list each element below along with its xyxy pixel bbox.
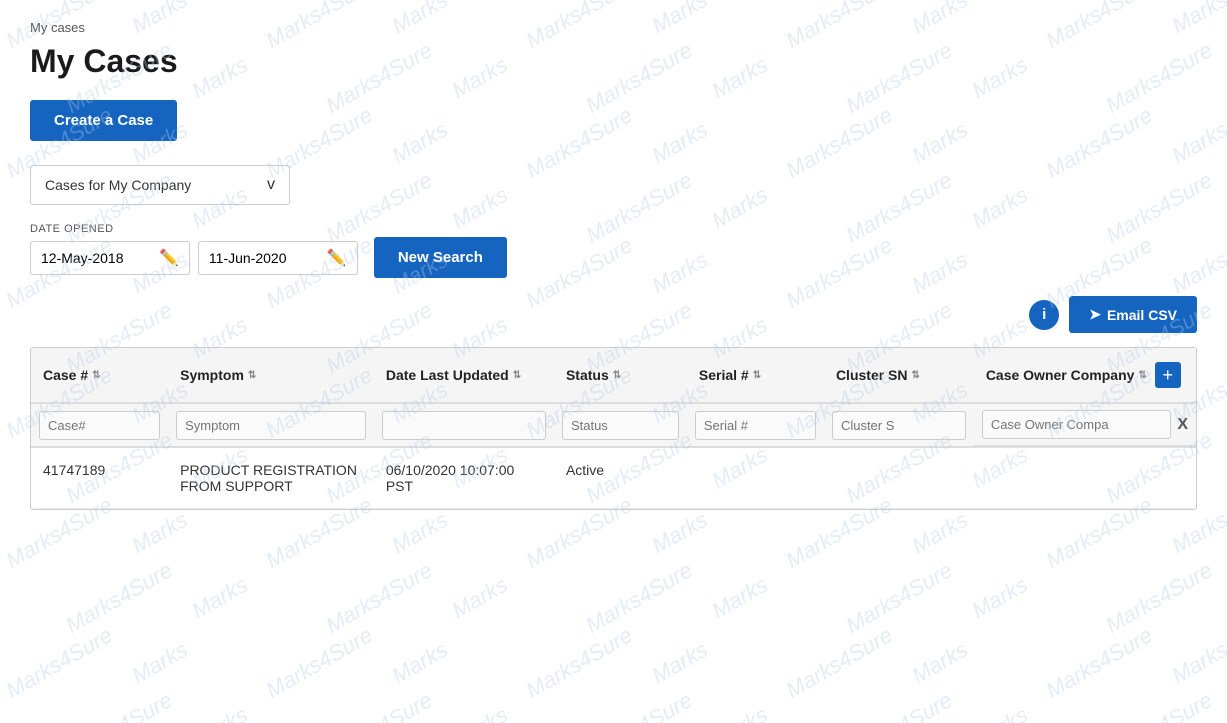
table-cell bbox=[687, 447, 824, 509]
table-cell: 06/10/2020 10:07:00 PST bbox=[374, 447, 554, 509]
info-icon[interactable]: i bbox=[1029, 300, 1059, 330]
email-csv-button[interactable]: ➤ Email CSV bbox=[1069, 296, 1197, 333]
filter-case-owner-cell: X bbox=[974, 404, 1196, 446]
th-case-num: Case # ⇅ bbox=[31, 348, 168, 403]
new-search-button[interactable]: New Search bbox=[374, 237, 507, 278]
sort-arrows-cluster-sn[interactable]: ⇅ bbox=[912, 370, 920, 381]
start-date-input[interactable] bbox=[41, 250, 151, 266]
th-cluster-sn-label: Cluster SN bbox=[836, 367, 908, 383]
filter-symptom-cell bbox=[168, 403, 374, 447]
date-inputs: ✏️ ✏️ New Search bbox=[30, 237, 507, 278]
filter-case-owner-input[interactable] bbox=[982, 410, 1172, 439]
th-case-owner-label: Case Owner Company bbox=[986, 367, 1135, 383]
sort-arrows-symptom[interactable]: ⇅ bbox=[248, 370, 256, 381]
filter-case-num-input[interactable] bbox=[39, 411, 160, 440]
start-date-edit-icon[interactable]: ✏️ bbox=[159, 248, 179, 268]
clear-filter-button[interactable]: X bbox=[1177, 416, 1188, 434]
date-opened-label: DATE OPENED bbox=[30, 223, 503, 235]
filter-status-input[interactable] bbox=[562, 411, 679, 440]
filter-date-updated-input[interactable] bbox=[382, 411, 546, 440]
th-status-label: Status bbox=[566, 367, 609, 383]
filter-status-cell bbox=[554, 403, 687, 447]
table-header-row: Case # ⇅ Symptom ⇅ Date Last Updated bbox=[31, 348, 1196, 403]
chevron-down-icon: v bbox=[267, 176, 275, 194]
th-symptom: Symptom ⇅ bbox=[168, 348, 374, 403]
create-case-button[interactable]: Create a Case bbox=[30, 100, 177, 141]
dropdown-selected-label: Cases for My Company bbox=[45, 177, 191, 193]
filter-serial-num-cell bbox=[687, 403, 824, 447]
table-cell: PRODUCT REGISTRATION FROM SUPPORT bbox=[168, 447, 374, 509]
filter-cluster-sn-cell bbox=[824, 403, 974, 447]
end-date-input[interactable] bbox=[209, 250, 319, 266]
date-group: DATE OPENED ✏️ ✏️ New Search bbox=[30, 223, 507, 278]
table-cell bbox=[974, 447, 1196, 509]
th-date-updated: Date Last Updated ⇅ bbox=[374, 348, 554, 403]
table-filter-row: X bbox=[31, 403, 1196, 447]
sort-arrows-status[interactable]: ⇅ bbox=[613, 370, 621, 381]
table-row: 41747189PRODUCT REGISTRATION FROM SUPPOR… bbox=[31, 447, 1196, 509]
filter-cluster-sn-input[interactable] bbox=[832, 411, 966, 440]
filter-symptom-input[interactable] bbox=[176, 411, 366, 440]
th-case-owner: Case Owner Company ⇅ + bbox=[974, 348, 1196, 403]
th-serial-num-label: Serial # bbox=[699, 367, 749, 383]
table-cell: Active bbox=[554, 447, 687, 509]
filter-case-num-cell bbox=[31, 403, 168, 447]
end-date-field: ✏️ bbox=[198, 241, 358, 275]
actions-row: i ➤ Email CSV bbox=[30, 296, 1197, 333]
add-column-button[interactable]: + bbox=[1155, 362, 1181, 388]
th-status: Status ⇅ bbox=[554, 348, 687, 403]
page-title: My Cases bbox=[30, 43, 1197, 80]
th-serial-num: Serial # ⇅ bbox=[687, 348, 824, 403]
table-cell bbox=[824, 447, 974, 509]
start-date-field: ✏️ bbox=[30, 241, 190, 275]
table-cell: 41747189 bbox=[31, 447, 168, 509]
th-cluster-sn: Cluster SN ⇅ bbox=[824, 348, 974, 403]
sort-arrows-case-num[interactable]: ⇅ bbox=[92, 370, 100, 381]
cases-table: Case # ⇅ Symptom ⇅ Date Last Updated bbox=[31, 348, 1196, 509]
filter-date-updated-cell bbox=[374, 403, 554, 447]
sort-arrows-serial-num[interactable]: ⇅ bbox=[753, 370, 761, 381]
send-icon: ➤ bbox=[1089, 306, 1101, 323]
sort-arrows-date-updated[interactable]: ⇅ bbox=[513, 370, 521, 381]
breadcrumb: My cases bbox=[30, 20, 1197, 35]
cases-dropdown[interactable]: Cases for My Company v bbox=[30, 165, 290, 205]
table-body: 41747189PRODUCT REGISTRATION FROM SUPPOR… bbox=[31, 447, 1196, 509]
filter-serial-num-input[interactable] bbox=[695, 411, 816, 440]
filter-row: Cases for My Company v bbox=[30, 165, 1197, 205]
cases-table-container: Case # ⇅ Symptom ⇅ Date Last Updated bbox=[30, 347, 1197, 510]
end-date-edit-icon[interactable]: ✏️ bbox=[327, 248, 347, 268]
th-case-num-label: Case # bbox=[43, 367, 88, 383]
search-row: DATE OPENED ✏️ ✏️ New Search bbox=[30, 223, 1197, 278]
th-date-updated-label: Date Last Updated bbox=[386, 367, 509, 383]
th-symptom-label: Symptom bbox=[180, 367, 244, 383]
sort-arrows-case-owner[interactable]: ⇅ bbox=[1138, 370, 1146, 381]
